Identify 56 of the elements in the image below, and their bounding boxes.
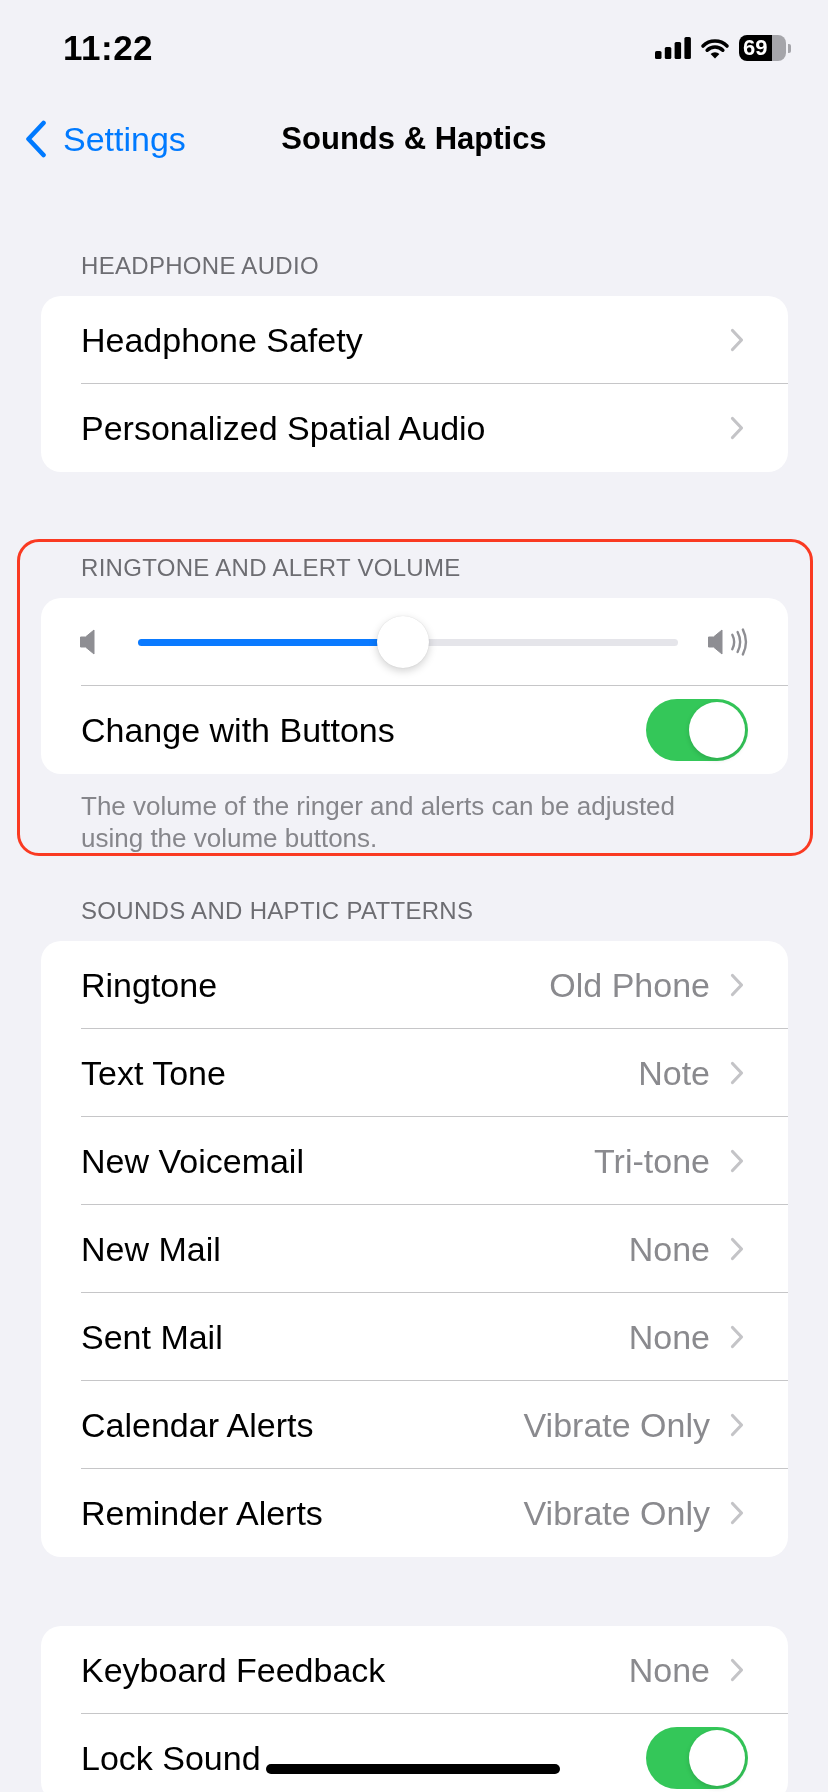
row-label: New Mail bbox=[81, 1228, 221, 1269]
row-label: Sent Mail bbox=[81, 1316, 223, 1357]
chevron-right-icon bbox=[730, 1657, 744, 1682]
row-value: Old Phone bbox=[549, 964, 710, 1005]
section-header: SOUNDS AND HAPTIC PATTERNS bbox=[80, 896, 475, 926]
section-header: RINGTONE AND ALERT VOLUME bbox=[80, 553, 462, 583]
row-label: Headphone Safety bbox=[81, 319, 363, 360]
settings-row[interactable]: Text Tone Note bbox=[81, 1029, 788, 1117]
slider-thumb[interactable] bbox=[376, 615, 429, 668]
chevron-right-icon bbox=[730, 416, 744, 440]
settings-row[interactable]: New Voicemail Tri-tone bbox=[81, 1117, 788, 1205]
battery-percentage: 69 bbox=[743, 36, 768, 60]
nav-title: Sounds & Haptics bbox=[281, 120, 547, 158]
section-footer: The volume of the ringer and alerts can be adjusted using the volume buttons. bbox=[81, 790, 711, 854]
row-label: Change with Buttons bbox=[81, 710, 395, 750]
row-label: Ringtone bbox=[81, 964, 218, 1005]
volume-high-icon bbox=[708, 627, 748, 656]
chevron-right-icon bbox=[730, 1412, 744, 1437]
row-label: Personalized Spatial Audio bbox=[81, 408, 486, 448]
volume-slider[interactable] bbox=[138, 615, 678, 668]
settings-row[interactable]: New Mail None bbox=[81, 1205, 788, 1293]
settings-row[interactable]: Ringtone Old Phone bbox=[81, 941, 788, 1029]
settings-row[interactable]: Keyboard Feedback None bbox=[81, 1626, 788, 1714]
chevron-right-icon bbox=[730, 1060, 744, 1085]
chevron-left-icon bbox=[25, 120, 47, 158]
row-value: None bbox=[628, 1228, 710, 1269]
chevron-right-icon bbox=[730, 1501, 744, 1525]
row-value: Tri-tone bbox=[594, 1140, 710, 1181]
row-label: Calendar Alerts bbox=[81, 1404, 314, 1445]
section-header: HEADPHONE AUDIO bbox=[80, 251, 320, 281]
chevron-right-icon bbox=[730, 1236, 744, 1261]
toggle-switch[interactable] bbox=[646, 1727, 748, 1789]
settings-row[interactable]: Reminder Alerts Vibrate Only bbox=[81, 1469, 788, 1557]
chevron-right-icon bbox=[730, 327, 744, 352]
row-label: New Voicemail bbox=[81, 1140, 304, 1181]
chevron-right-icon bbox=[730, 1324, 744, 1349]
status-time: 11:22 bbox=[63, 28, 154, 68]
toggle-switch[interactable] bbox=[646, 699, 748, 761]
wifi-icon bbox=[700, 37, 730, 59]
row-label: Lock Sound bbox=[81, 1738, 261, 1778]
row-value: None bbox=[628, 1316, 710, 1357]
row-value: None bbox=[628, 1649, 710, 1690]
chevron-right-icon bbox=[730, 1148, 744, 1173]
row-label: Keyboard Feedback bbox=[81, 1649, 386, 1690]
row-value: Vibrate Only bbox=[523, 1493, 710, 1533]
signal-icon bbox=[655, 37, 691, 59]
settings-row[interactable]: Calendar Alerts Vibrate Only bbox=[81, 1381, 788, 1469]
back-button[interactable]: Settings bbox=[25, 119, 186, 159]
settings-row[interactable]: Headphone Safety bbox=[81, 296, 788, 384]
settings-row[interactable]: Personalized Spatial Audio bbox=[81, 384, 788, 472]
row-label: Text Tone bbox=[81, 1052, 226, 1093]
row-value: Note bbox=[638, 1052, 710, 1093]
chevron-right-icon bbox=[730, 972, 744, 997]
row-label: Reminder Alerts bbox=[81, 1493, 323, 1533]
row-value: Vibrate Only bbox=[523, 1404, 710, 1445]
settings-row[interactable]: Sent Mail None bbox=[81, 1293, 788, 1381]
